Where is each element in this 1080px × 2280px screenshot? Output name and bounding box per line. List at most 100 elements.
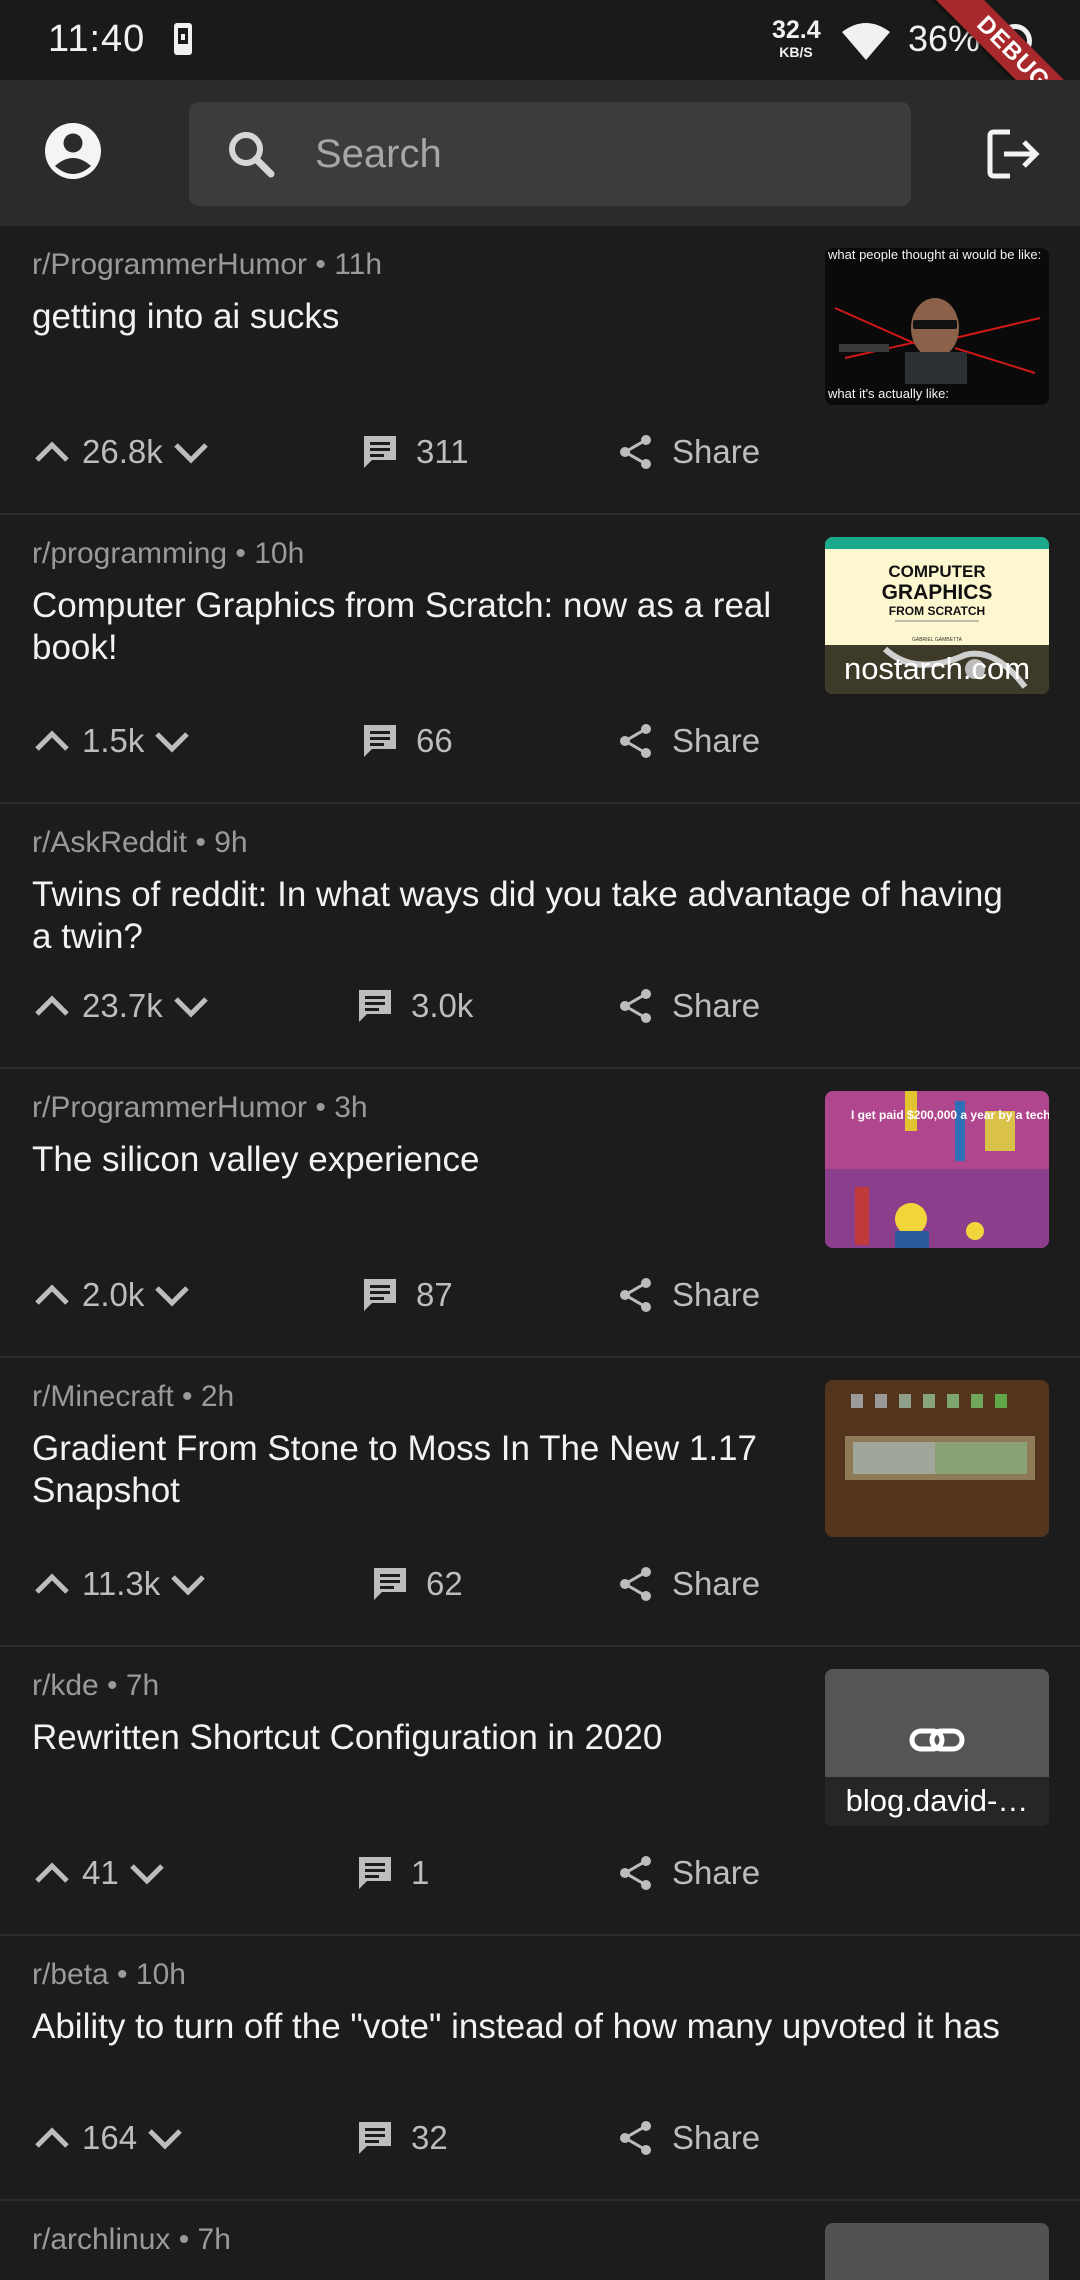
upvote-icon[interactable]: [32, 1275, 72, 1315]
post-thumbnail-image: what people thought ai would be like: wh…: [825, 248, 1049, 405]
post-title[interactable]: Ability to turn off the "vote" instead o…: [32, 2006, 1032, 2048]
downvote-icon[interactable]: [171, 986, 211, 1026]
upvote-icon[interactable]: [32, 721, 72, 761]
post-thumbnail-image: I get paid $200,000 a year by a tech gia…: [825, 1091, 1049, 1248]
downvote-icon[interactable]: [171, 432, 211, 472]
share-button[interactable]: Share: [616, 1265, 760, 1325]
share-label: Share: [672, 1276, 761, 1313]
post-card[interactable]: r/AskReddit • 9h Twins of reddit: In wha…: [0, 804, 1080, 1069]
book-line1: COMPUTER: [888, 562, 985, 581]
post-card[interactable]: r/archlinux • 7h: [0, 2201, 1080, 2280]
post-thumbnail[interactable]: what people thought ai would be like: wh…: [825, 248, 1049, 405]
comment-icon: [359, 2122, 391, 2154]
post-title[interactable]: getting into ai sucks: [32, 296, 792, 338]
search-input[interactable]: [315, 102, 875, 206]
post-meta: r/kde • 7h: [32, 1669, 160, 1702]
post-card[interactable]: r/programming • 10h Computer Graphics fr…: [0, 515, 1080, 804]
share-icon: [620, 1856, 651, 1890]
comment-count: 62: [426, 1565, 463, 1602]
account-button[interactable]: [42, 120, 104, 182]
share-label: Share: [672, 1854, 761, 1891]
search-bar[interactable]: [189, 102, 911, 206]
link-preview[interactable]: blog.david-…: [825, 1669, 1049, 1826]
post-title[interactable]: Gradient From Stone to Moss In The New 1…: [32, 1428, 802, 1512]
upvote-icon[interactable]: [32, 1853, 72, 1893]
post-actions: 23.7k 3.0k Share: [0, 976, 1080, 1036]
comment-icon: [359, 990, 391, 1022]
post-actions: 26.8k 311 Share: [0, 422, 1080, 482]
post-thumbnail[interactable]: I get paid $200,000 a year by a tech gia…: [825, 1091, 1049, 1248]
comment-icon: [364, 1279, 396, 1311]
app-bar: [0, 80, 1080, 226]
comment-count: 311: [416, 433, 469, 470]
comment-icon: [359, 1857, 391, 1889]
battery-percent: 36%: [908, 18, 981, 59]
post-actions: 1.5k 66 Share: [0, 711, 1080, 771]
vote-controls: 41: [32, 1843, 167, 1903]
thumb-caption: I get paid $200,000 a year by a tech gia…: [851, 1108, 1049, 1122]
post-card[interactable]: r/ProgrammerHumor • 3h The silicon valle…: [0, 1069, 1080, 1358]
comment-count: 3.0k: [411, 987, 474, 1024]
share-button[interactable]: Share: [616, 422, 760, 482]
upvote-count: 23.7k: [82, 987, 163, 1024]
search-icon: [229, 132, 275, 178]
link-preview-image: blog.david-…: [825, 1669, 1049, 1826]
post-card[interactable]: r/ProgrammerHumor • 11h getting into ai …: [0, 226, 1080, 515]
vote-controls: 26.8k: [32, 422, 211, 482]
post-feed[interactable]: r/ProgrammerHumor • 11h getting into ai …: [0, 226, 1080, 2280]
downvote-icon[interactable]: [152, 1275, 192, 1315]
post-title[interactable]: Twins of reddit: In what ways did you ta…: [32, 874, 1032, 958]
post-meta: r/ProgrammerHumor • 11h: [32, 248, 383, 281]
post-meta: r/beta • 10h: [32, 1958, 186, 1991]
comment-count: 32: [411, 2119, 448, 2156]
share-label: Share: [672, 433, 761, 470]
network-speed-value: 32.4: [772, 16, 821, 44]
post-title[interactable]: The silicon valley experience: [32, 1139, 792, 1181]
upvote-count: 2.0k: [82, 1276, 145, 1313]
post-card[interactable]: r/beta • 10h Ability to turn off the "vo…: [0, 1936, 1080, 2201]
upvote-icon[interactable]: [32, 2118, 72, 2158]
upvote-icon[interactable]: [32, 986, 72, 1026]
vote-controls: 2.0k: [32, 1265, 192, 1325]
post-card[interactable]: r/Minecraft • 2h Gradient From Stone to …: [0, 1358, 1080, 1647]
share-button[interactable]: Share: [616, 1554, 760, 1614]
post-title[interactable]: Rewritten Shortcut Configuration in 2020: [32, 1717, 792, 1759]
downvote-icon[interactable]: [145, 2118, 185, 2158]
upvote-count: 26.8k: [82, 433, 163, 470]
comments-button[interactable]: 62: [370, 1554, 463, 1614]
comments-button[interactable]: 311: [360, 422, 469, 482]
share-label: Share: [672, 1565, 761, 1602]
share-icon: [620, 1567, 651, 1601]
comments-button[interactable]: 1: [355, 1843, 429, 1903]
link-preview[interactable]: [825, 2223, 1049, 2280]
logout-button[interactable]: [984, 124, 1044, 184]
comment-count: 87: [416, 1276, 453, 1313]
downvote-icon[interactable]: [127, 1853, 167, 1893]
comments-button[interactable]: 32: [355, 2108, 448, 2168]
post-actions: 2.0k 87 Share: [0, 1265, 1080, 1325]
post-card[interactable]: r/kde • 7h Rewritten Shortcut Configurat…: [0, 1647, 1080, 1936]
upvote-icon[interactable]: [32, 432, 72, 472]
upvote-count: 164: [82, 2119, 138, 2156]
post-thumbnail[interactable]: COMPUTER GRAPHICS FROM SCRATCH GABRIEL G…: [825, 537, 1049, 694]
share-button[interactable]: Share: [616, 1843, 760, 1903]
link-domain: blog.david-…: [846, 1783, 1029, 1818]
upvote-count: 41: [82, 1854, 119, 1891]
share-button[interactable]: Share: [616, 711, 760, 771]
status-time: 11:40: [48, 18, 146, 60]
post-thumbnail[interactable]: [825, 1380, 1049, 1537]
share-button[interactable]: Share: [616, 2108, 760, 2168]
comments-button[interactable]: 87: [360, 1265, 453, 1325]
vote-controls: 1.5k: [32, 711, 192, 771]
post-actions: 164 32 Share: [0, 2108, 1080, 2168]
vote-controls: 164: [32, 2108, 185, 2168]
upvote-icon[interactable]: [32, 1564, 72, 1604]
post-meta: r/ProgrammerHumor • 3h: [32, 1091, 368, 1124]
downvote-icon[interactable]: [168, 1564, 208, 1604]
share-button[interactable]: Share: [616, 976, 760, 1036]
comments-button[interactable]: 66: [360, 711, 453, 771]
share-label: Share: [672, 722, 761, 759]
post-title[interactable]: Computer Graphics from Scratch: now as a…: [32, 585, 792, 669]
comments-button[interactable]: 3.0k: [355, 976, 473, 1036]
downvote-icon[interactable]: [152, 721, 192, 761]
